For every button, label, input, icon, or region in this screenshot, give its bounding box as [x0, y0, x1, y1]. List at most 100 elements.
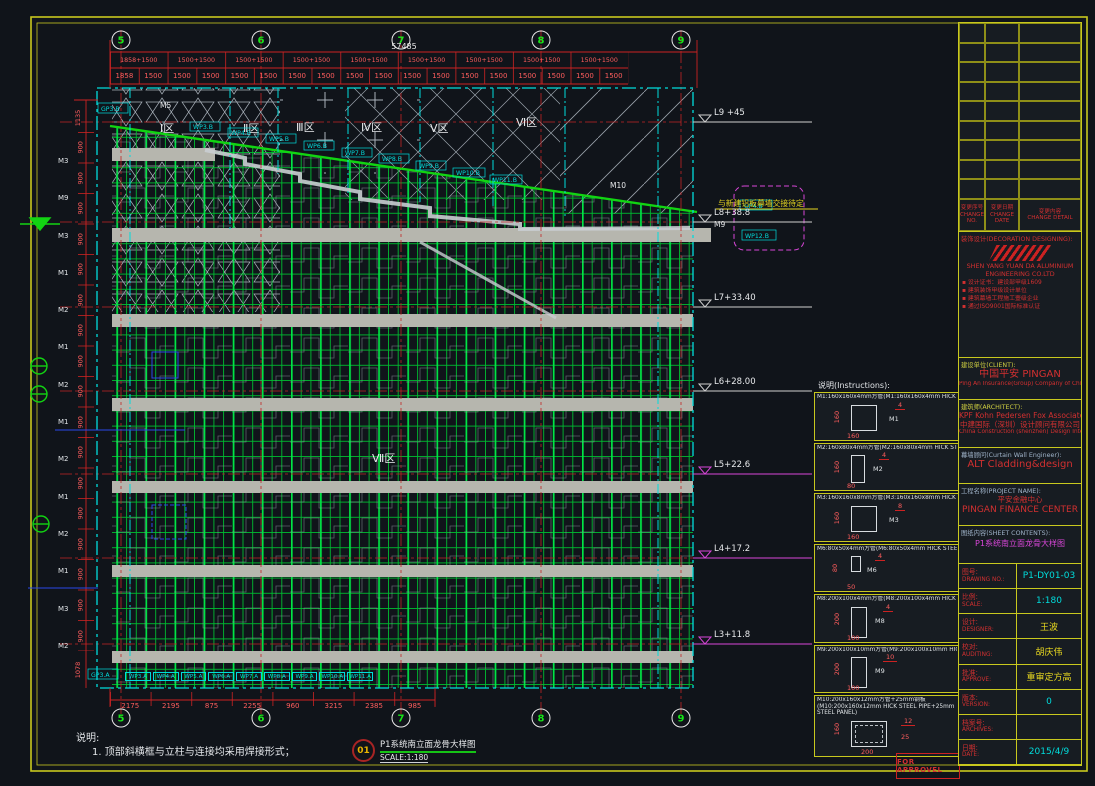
bubble-bot-6: 6 — [258, 714, 265, 725]
unit-dim: 1500 — [484, 70, 513, 83]
unit-dim: 1500 — [196, 70, 225, 83]
revision-table: 变更序号CHANGE NO. 变更日期CHANGE DATE 变更内容CHANG… — [959, 23, 1081, 232]
row-approve: 批准:APPROVE: 重审定方高 — [959, 665, 1081, 690]
bottom-dim: 2255 — [232, 700, 273, 712]
level-l5: L5+22.6 — [714, 460, 750, 470]
spec-m3: M3:160x160x8mm方管(M3:160x160x8mm HICK STE… — [814, 493, 960, 542]
wp-bottom-tag: WP5.A — [181, 672, 207, 681]
bubble-top-8: 8 — [538, 36, 545, 47]
member-tag: M2 — [58, 307, 69, 314]
svg-text:Ⅵ区: Ⅵ区 — [516, 116, 537, 129]
m2-profile — [851, 455, 865, 483]
project-label: 工程名称(PROJECT NAME): — [959, 484, 1081, 495]
top-sum-dims: 1858+15001500+15001500+15001500+15001500… — [110, 54, 628, 67]
m10-profile — [851, 721, 887, 747]
svg-text:WP3.B: WP3.B — [193, 124, 213, 131]
instructions-title: 说明(Instructions): — [818, 380, 890, 391]
level-l6: L6+28.00 — [714, 377, 756, 387]
unit-dim: 1500 — [225, 70, 254, 83]
member-tag: M1 — [58, 270, 69, 277]
svg-text:M9: M9 — [714, 220, 725, 229]
designer-value: 王波 — [1017, 614, 1081, 638]
svg-text:M10: M10 — [610, 181, 626, 190]
floor-dim: 900 — [66, 171, 97, 185]
approve-value: 重审定方高 — [1017, 665, 1081, 689]
sheet-contents-block: 图纸内容(SHEET CONTENTS): P1系统南立面龙骨大样图 — [959, 526, 1081, 564]
sum-dim: 1500+1500 — [340, 54, 398, 67]
left-symbols — [20, 218, 60, 532]
wp-bottom-tag: WP4.A — [153, 672, 179, 681]
level-l4: L4+17.2 — [714, 544, 750, 554]
floor-dim: 900 — [66, 262, 97, 276]
unit-dim: 1500 — [139, 70, 168, 83]
floor-dim: 900 — [66, 232, 97, 246]
svg-text:Ⅳ区: Ⅳ区 — [361, 121, 382, 134]
bottom-dim: 2195 — [151, 700, 192, 712]
gp3b-label: GP3.B — [101, 106, 120, 113]
project-block: 工程名称(PROJECT NAME): 平安金融中心 PINGAN FINANC… — [959, 484, 1081, 526]
level-l7: L7+33.40 — [714, 293, 756, 303]
revision-header: 变更序号CHANGE NO. 变更日期CHANGE DATE 变更内容CHANG… — [959, 199, 1081, 231]
unit-dim: 1500 — [398, 70, 427, 83]
spec-m10: M10:200x160x12mm方管+25mm钢板(M10:200x160x12… — [814, 695, 960, 757]
sum-dim: 1500+1500 — [283, 54, 341, 67]
approval-stamp: FOR APPROVEL — [896, 753, 960, 779]
sum-dim: 1500+1500 — [455, 54, 513, 67]
unit-dim: 1500 — [254, 70, 283, 83]
row-date: 日期:DATE: 2015/4/9 — [959, 740, 1081, 764]
spec-m2: M2:160x80x4mm方管(M2:160x80x4mm HICK STEEL… — [814, 443, 960, 492]
floor-dim: 900 — [66, 598, 97, 612]
spec-m9: M9:200x100x10mm方管(M9:200x100x10mm HICK S… — [814, 645, 960, 694]
curtain-consultant-block: 幕墙顾问(Curtain Wall Engineer): ALT Claddin… — [959, 448, 1081, 484]
sum-dim: 1858+1500 — [110, 54, 168, 67]
member-tag: M2 — [58, 456, 69, 463]
unit-dim: 1500 — [542, 70, 571, 83]
bubble-bot-7: 7 — [398, 714, 405, 725]
decoration-design-block: 装饰设计(DECORATION DESIGNING): SHEN YANG YU… — [959, 232, 1081, 358]
unit-dim: 1500 — [599, 70, 628, 83]
member-labels: M3M9M3M1M2M1M2M1M2M1M2M1M3M2 — [58, 158, 69, 650]
top-unit-dims: 1858150015001500150015001500150015001500… — [110, 70, 628, 83]
bubble-top-9: 9 — [678, 36, 685, 47]
architect-label: 建筑师(ARCHITECT): — [959, 400, 1081, 411]
unit-dim: 1500 — [168, 70, 197, 83]
member-tag: M2 — [58, 643, 69, 650]
left-dim-bottom: 1078 — [74, 662, 82, 679]
architect-line3: China Construction (shenzhen) Design Int… — [959, 429, 1081, 436]
bottom-dim: 3215 — [313, 700, 354, 712]
deco-label: 装饰设计(DECORATION DESIGNING): — [959, 232, 1081, 243]
title-block: 变更序号CHANGE NO. 变更日期CHANGE DATE 变更内容CHANG… — [958, 22, 1082, 766]
drawing-number-bubble: 01 — [352, 739, 375, 762]
floor-dim: 900 — [66, 385, 97, 399]
project-name: 平安金融中心 — [959, 495, 1081, 504]
sum-dim: 1500+1500 — [398, 54, 456, 67]
svg-text:WP4.B: WP4.B — [231, 130, 251, 137]
contents-value: P1系统南立面龙骨大样图 — [959, 537, 1081, 551]
floor-dim: 900 — [66, 201, 97, 215]
level-l8: L8+38.8 — [714, 208, 750, 218]
drawing-label: 01 P1系统南立面龙骨大样图 SCALE:1:180 — [352, 738, 476, 763]
wp-bottom-tag: WP10.A — [319, 672, 345, 681]
bubble-top-6: 6 — [258, 36, 265, 47]
row-auditing: 校对:AUDITING: 胡庆伟 — [959, 639, 1081, 664]
floor-dim: 900 — [66, 568, 97, 582]
curtain-label: 幕墙顾问(Curtain Wall Engineer): — [959, 448, 1081, 459]
wp-bottom-tag: WP11.A — [347, 672, 373, 681]
svg-text:Ⅰ区: Ⅰ区 — [160, 122, 174, 135]
sum-dim: 1500+1500 — [513, 54, 571, 67]
client-block: 建设单位(CLIENT): 中国平安 PINGAN Ping An Insura… — [959, 358, 1081, 400]
unit-dim: 1500 — [283, 70, 312, 83]
project-name-en: PINGAN FINANCE CENTER — [959, 504, 1081, 516]
qualification-item: ▪ 设计证书：建设部甲级1609 — [962, 279, 1078, 287]
architect-line1: KPF Kohn Pedersen Fox Associates PC — [959, 411, 1081, 420]
member-tag: M1 — [58, 494, 69, 501]
svg-text:WP5.B: WP5.B — [269, 136, 289, 143]
svg-text:Ⅲ区: Ⅲ区 — [296, 121, 315, 134]
level-l9: L9 +45 — [714, 108, 745, 118]
row-archives: 档案号:ARCHIVES: — [959, 715, 1081, 740]
row-designer: 设计:DESIGNER: 王波 — [959, 614, 1081, 639]
architect-block: 建筑师(ARCHITECT): KPF Kohn Pedersen Fox As… — [959, 400, 1081, 448]
cad-sheet: { "grid": { "bubbles": ["5","6","7","8",… — [0, 0, 1095, 786]
row-version: 版本:VERSION: 0 — [959, 690, 1081, 715]
wp-bottom-tag: WP8.A — [264, 672, 290, 681]
